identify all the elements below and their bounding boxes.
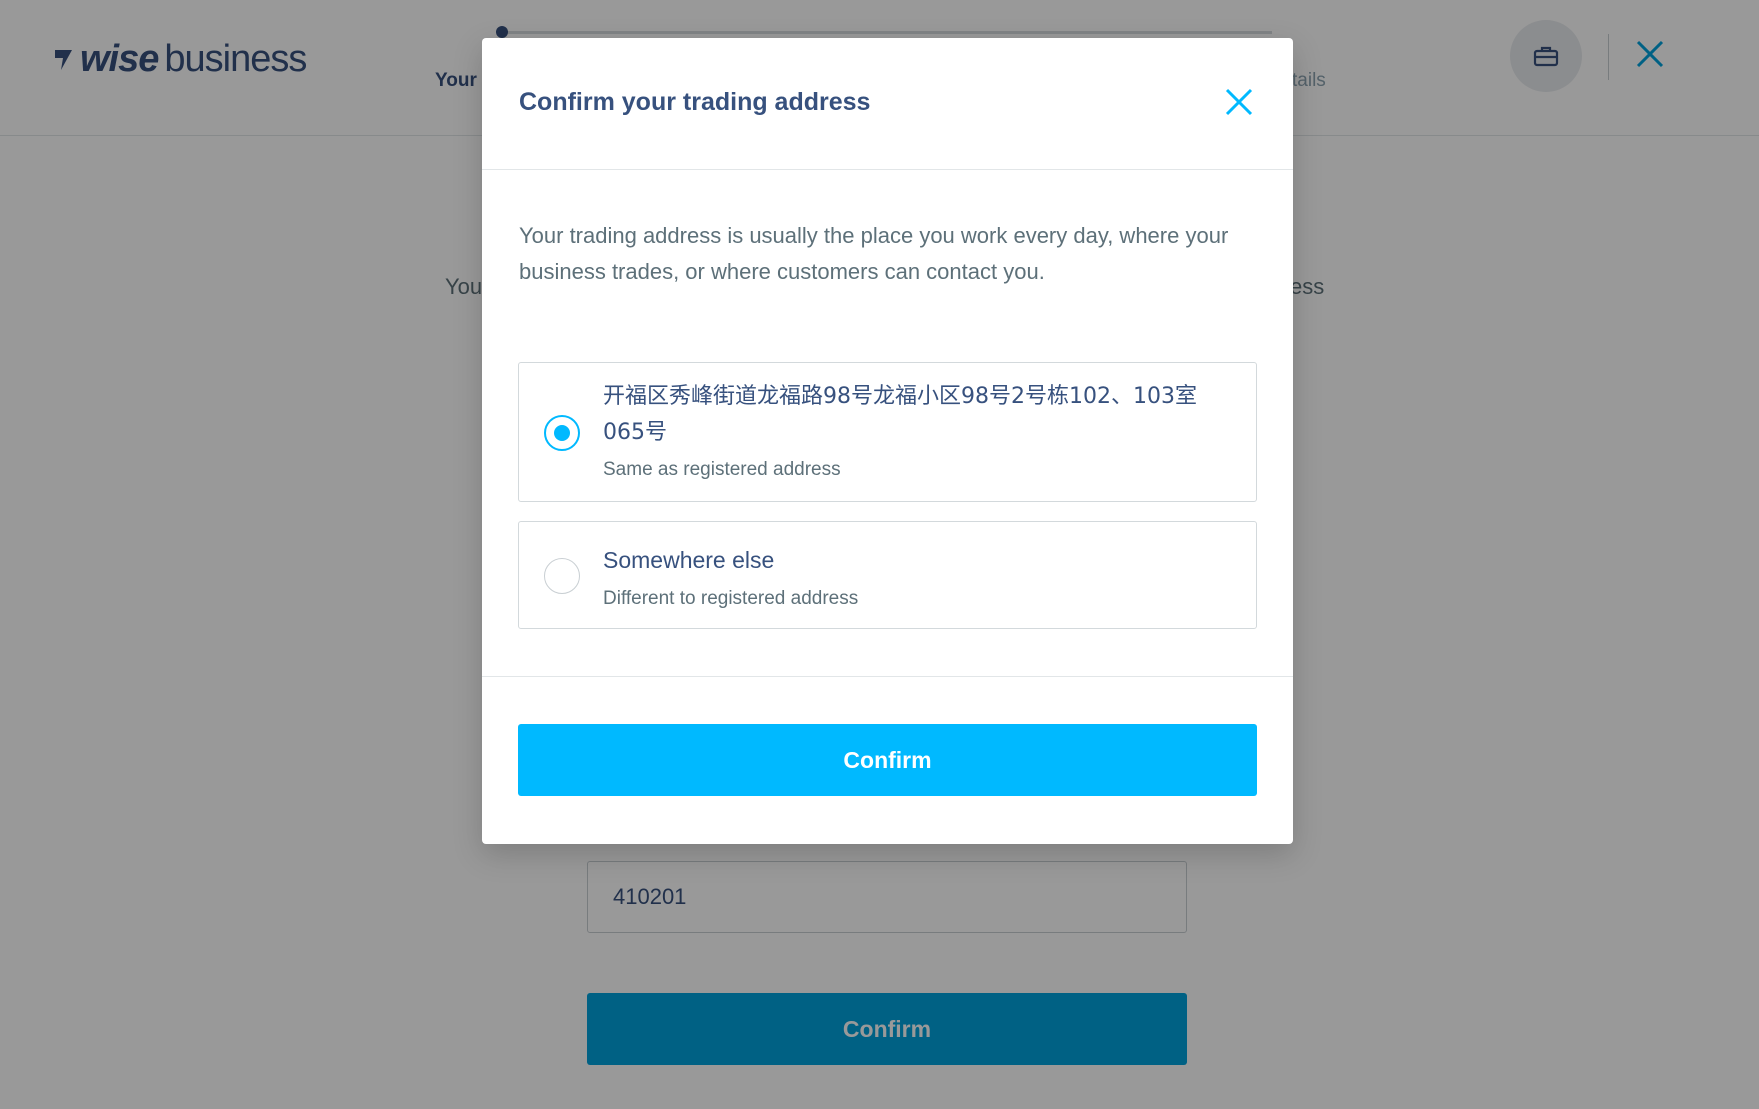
radio-registered-address[interactable] bbox=[544, 415, 580, 451]
modal-close-button[interactable] bbox=[1221, 84, 1257, 120]
option-somewhere-else[interactable]: Somewhere else Different to registered a… bbox=[518, 521, 1257, 629]
trading-address-modal: Confirm your trading address Your tradin… bbox=[482, 38, 1293, 844]
modal-confirm-button[interactable]: Confirm bbox=[518, 724, 1257, 796]
modal-footer-divider bbox=[482, 676, 1293, 677]
modal-title: Confirm your trading address bbox=[519, 88, 871, 116]
modal-description: Your trading address is usually the plac… bbox=[519, 223, 1229, 284]
option-somewhere-else-subtitle: Different to registered address bbox=[603, 588, 859, 609]
option-registered-address-title: 开福区秀峰街道龙福路98号龙福小区98号2号栋102、103室065号 bbox=[603, 384, 1197, 445]
option-somewhere-else-title: Somewhere else bbox=[603, 547, 775, 573]
option-registered-address[interactable]: 开福区秀峰街道龙福路98号龙福小区98号2号栋102、103室065号 Same… bbox=[518, 362, 1257, 502]
option-registered-address-subtitle: Same as registered address bbox=[603, 459, 841, 480]
modal-header: Confirm your trading address bbox=[482, 38, 1293, 170]
close-icon bbox=[1225, 88, 1253, 116]
radio-somewhere-else[interactable] bbox=[544, 558, 580, 594]
